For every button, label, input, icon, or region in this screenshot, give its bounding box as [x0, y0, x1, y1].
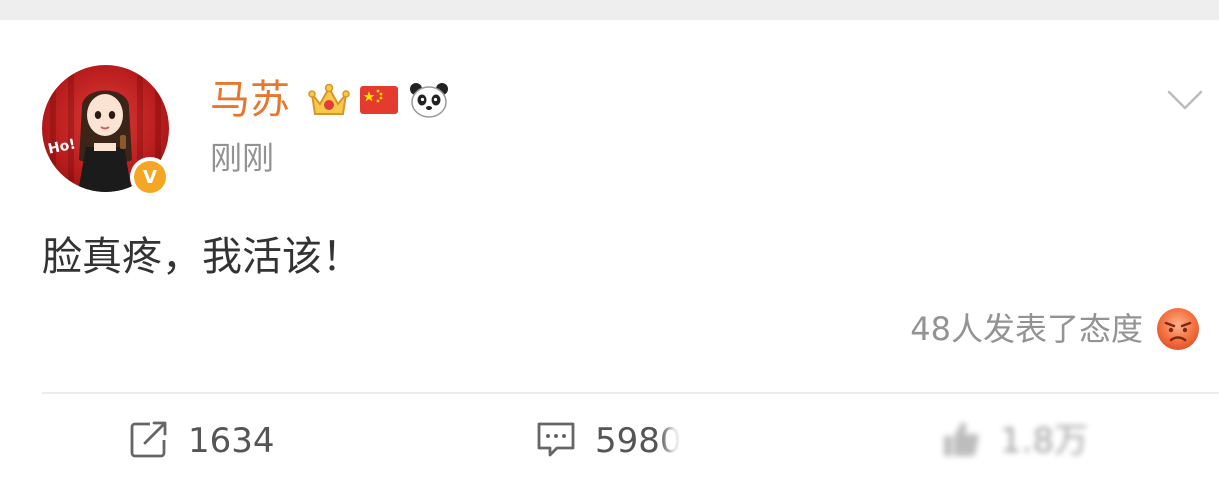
reactions-summary[interactable]: 48人发表了态度 — [910, 305, 1201, 353]
comment-count-fade-mask — [659, 419, 688, 463]
comment-icon — [535, 418, 577, 464]
user-badges — [307, 78, 451, 122]
actions-divider — [42, 392, 1219, 394]
angry-face-icon — [1155, 306, 1201, 352]
repost-icon — [128, 418, 170, 464]
verified-v-icon: V — [134, 161, 166, 193]
like-count: 1.8万 — [1000, 421, 1089, 461]
repost-count: 1634 — [188, 421, 275, 461]
action-bar: 1634 5980 1.8万 — [0, 416, 1219, 466]
china-flag-icon[interactable] — [357, 78, 401, 122]
verified-badge: V — [130, 157, 170, 197]
post-timestamp: 刚刚 — [210, 139, 275, 177]
reactions-count-text: 48人发表了态度 — [910, 310, 1143, 348]
crown-icon[interactable] — [307, 78, 351, 122]
chevron-down-icon[interactable] — [1163, 78, 1207, 122]
repost-button[interactable]: 1634 — [128, 416, 275, 466]
username[interactable]: 马苏 — [210, 76, 290, 124]
comment-button[interactable]: 5980 — [535, 416, 688, 466]
thumbs-up-icon — [940, 418, 982, 464]
weibo-post-card: Ho! V 马苏 刚刚 脸真疼，我活该！ 48人发表了态度 1634 5980 … — [0, 20, 1219, 501]
top-separator-strip — [0, 0, 1219, 20]
like-button[interactable]: 1.8万 — [940, 416, 1088, 466]
post-content: 脸真疼，我活该！ — [42, 234, 362, 280]
panda-icon[interactable] — [407, 78, 451, 122]
